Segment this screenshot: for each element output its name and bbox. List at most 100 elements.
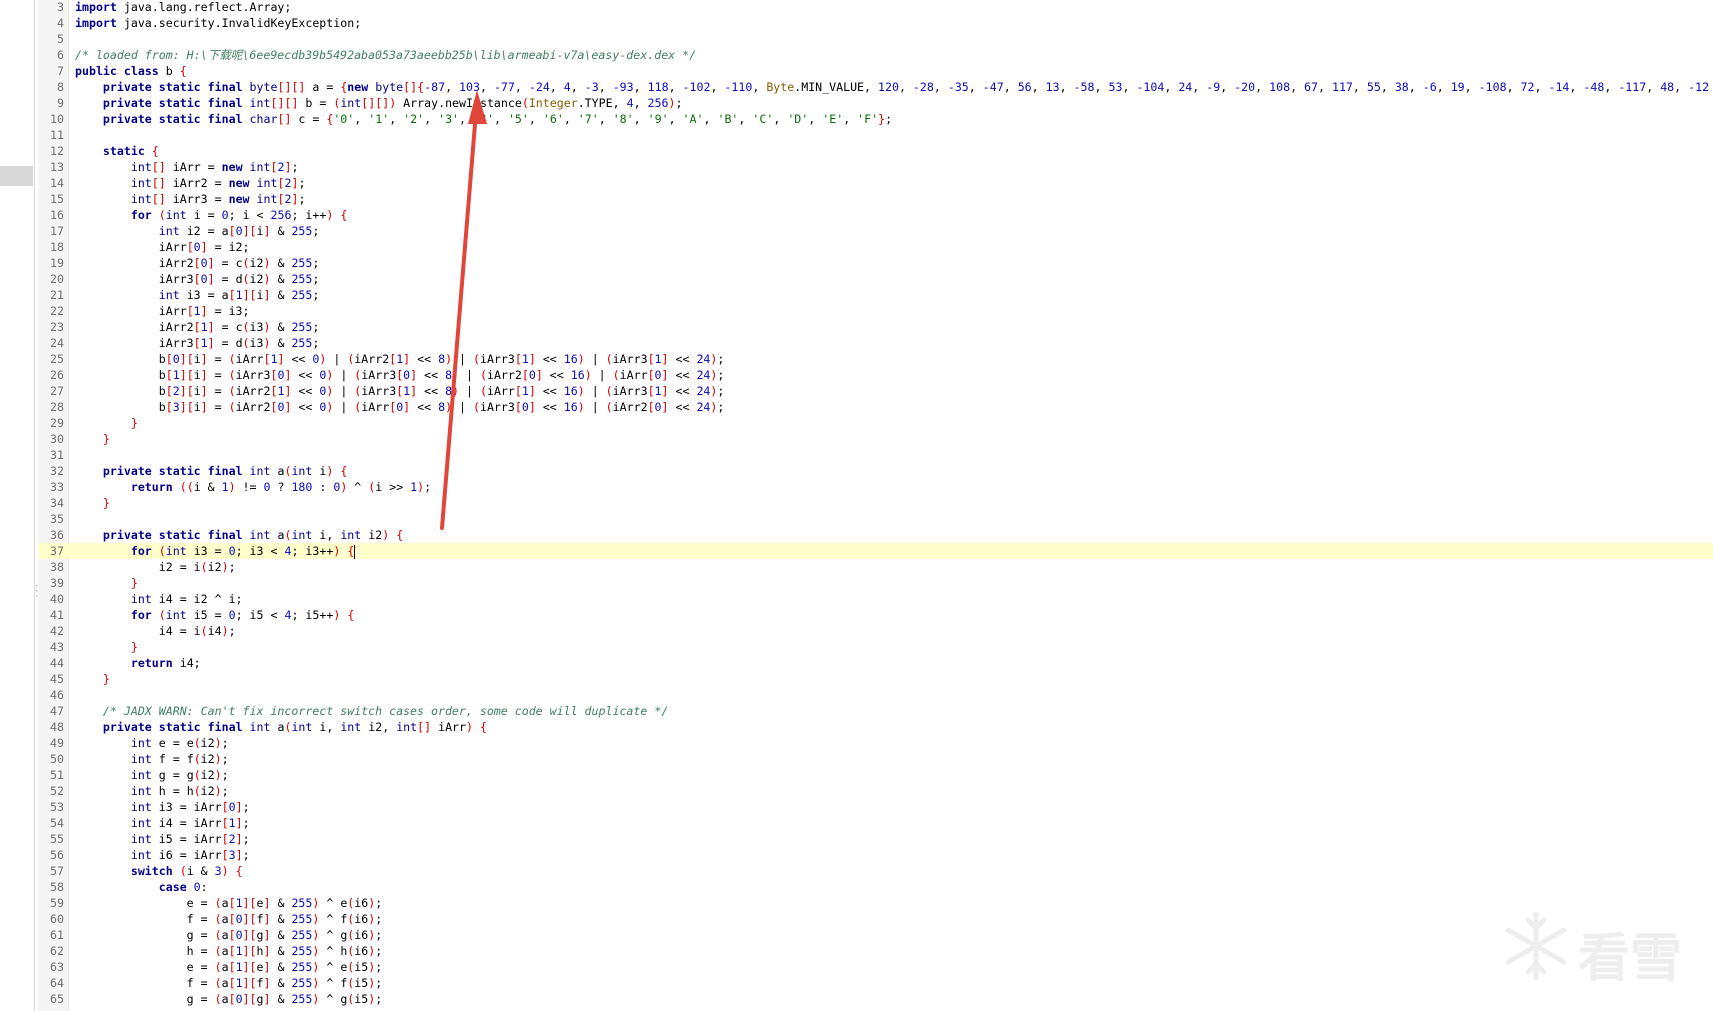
code-line[interactable]: 59 e = (a[1][e] & 255) ^ e(i6); [38, 895, 1713, 911]
code-line[interactable]: 22 iArr[1] = i3; [38, 303, 1713, 319]
code-line[interactable]: 9 private static final int[][] b = (int[… [38, 95, 1713, 111]
line-number: 16 [50, 208, 64, 222]
code-line[interactable]: 3 import java.lang.reflect.Array; [38, 0, 1713, 15]
code-text: private static final int a(int i, int i2… [102, 720, 487, 734]
code-line[interactable]: 4 import java.security.InvalidKeyExceptio… [38, 15, 1713, 31]
code-text: int i5 = iArr[2]; [130, 832, 250, 846]
code-line[interactable]: 60 f = (a[0][f] & 255) ^ f(i6); [38, 911, 1713, 927]
code-line[interactable]: 35 [38, 511, 1713, 527]
line-number: 64 [50, 976, 64, 990]
line-number: 65 [50, 992, 64, 1006]
code-line[interactable]: 21 int i3 = a[1][i] & 255; [38, 287, 1713, 303]
code-text: iArr2[0] = c(i2) & 255; [75, 256, 320, 270]
code-text: i4 = i(i4); [75, 624, 236, 638]
code-line[interactable]: 31 [38, 447, 1713, 463]
code-line[interactable]: 40 int i4 = i2 ^ i; [38, 591, 1713, 607]
code-line[interactable]: 33 return ((i & 1) != 0 ? 180 : 0) ^ (i … [38, 479, 1713, 495]
code-line[interactable]: 15 int[] iArr3 = new int[2]; [38, 191, 1713, 207]
code-text: private static final byte[][] a = {new b… [102, 80, 1710, 94]
code-text: int i4 = i2 ^ i; [130, 592, 243, 606]
code-line[interactable]: 48 private static final int a(int i, int… [38, 719, 1713, 735]
code-line[interactable]: 54 int i4 = iArr[1]; [38, 815, 1713, 831]
code-line[interactable]: 32 private static final int a(int i) { [38, 463, 1713, 479]
code-line[interactable]: 53 int i3 = iArr[0]; [38, 799, 1713, 815]
code-line[interactable]: 65 g = (a[0][g] & 255) ^ g(i5); [38, 991, 1713, 1007]
line-number: 59 [50, 896, 64, 910]
code-line[interactable]: 36 private static final int a(int i, int… [38, 527, 1713, 543]
code-line[interactable]: 23 iArr2[1] = c(i3) & 255; [38, 319, 1713, 335]
code-line[interactable]: 12 static { [38, 143, 1713, 159]
code-text: private static final char[] c = {'0', '1… [102, 112, 893, 126]
line-number: 56 [50, 848, 64, 862]
code-line[interactable]: 30 } [38, 431, 1713, 447]
code-line[interactable]: 64 f = (a[1][f] & 255) ^ f(i5); [38, 975, 1713, 991]
code-line[interactable]: 28 b[3][i] = (iArr2[0] << 0) | (iArr[0] … [38, 399, 1713, 415]
code-text: } [130, 416, 138, 430]
code-line[interactable]: 5 [38, 31, 1713, 47]
code-line[interactable]: 14 int[] iArr2 = new int[2]; [38, 175, 1713, 191]
code-line[interactable]: 24 iArr3[1] = d(i3) & 255; [38, 335, 1713, 351]
line-number: 37 [50, 544, 64, 558]
code-text: b[2][i] = (iArr2[1] << 0) | (iArr3[1] <<… [75, 384, 725, 398]
code-line[interactable]: 34 } [38, 495, 1713, 511]
code-line[interactable]: 50 int f = f(i2); [38, 751, 1713, 767]
code-line[interactable]: 45 } [38, 671, 1713, 687]
code-line[interactable]: 63 e = (a[1][e] & 255) ^ e(i5); [38, 959, 1713, 975]
code-line[interactable]: 57 switch (i & 3) { [38, 863, 1713, 879]
code-editor[interactable]: 3 import java.lang.reflect.Array; 4 import … [38, 0, 1713, 1011]
code-line[interactable]: 16 for (int i = 0; i < 256; i++) { [38, 207, 1713, 223]
line-number: 28 [50, 400, 64, 414]
code-line[interactable]: 43 } [38, 639, 1713, 655]
code-line[interactable]: 39 } [38, 575, 1713, 591]
code-line[interactable]: 61 g = (a[0][g] & 255) ^ g(i6); [38, 927, 1713, 943]
code-line[interactable]: 29 } [38, 415, 1713, 431]
code-line[interactable]: 11 [38, 127, 1713, 143]
code-line[interactable]: 58 case 0: [38, 879, 1713, 895]
code-line[interactable]: 26 b[1][i] = (iArr3[0] << 0) | (iArr3[0]… [38, 367, 1713, 383]
code-line[interactable]: 10 private static final char[] c = {'0',… [38, 111, 1713, 127]
code-line[interactable]: 20 iArr3[0] = d(i2) & 255; [38, 271, 1713, 287]
code-line[interactable]: 17 int i2 = a[0][i] & 255; [38, 223, 1713, 239]
code-text: for (int i3 = 0; i3 < 4; i3++) { [130, 544, 356, 559]
code-text: } [102, 496, 110, 510]
code-line[interactable]: 18 iArr[0] = i2; [38, 239, 1713, 255]
code-line[interactable]: 37 for (int i3 = 0; i3 < 4; i3++) { [38, 543, 1713, 559]
line-number: 57 [50, 864, 64, 878]
code-line[interactable]: 52 int h = h(i2); [38, 783, 1713, 799]
code-text: i2 = i(i2); [75, 560, 236, 574]
code-line[interactable]: 56 int i6 = iArr[3]; [38, 847, 1713, 863]
code-text: public class b { [75, 64, 187, 78]
code-text: b[0][i] = (iArr[1] << 0) | (iArr2[1] << … [75, 352, 725, 366]
line-number: 10 [50, 112, 64, 126]
code-line[interactable]: 55 int i5 = iArr[2]; [38, 831, 1713, 847]
line-number: 40 [50, 592, 64, 606]
line-number: 47 [50, 704, 64, 718]
code-line[interactable]: 19 iArr2[0] = c(i2) & 255; [38, 255, 1713, 271]
line-number: 44 [50, 656, 64, 670]
code-text: static { [102, 144, 159, 158]
code-line[interactable]: 62 h = (a[1][h] & 255) ^ h(i6); [38, 943, 1713, 959]
panel-marker[interactable] [0, 166, 33, 186]
line-number: 45 [50, 672, 64, 686]
code-line[interactable]: 7 public class b { [38, 63, 1713, 79]
code-line[interactable]: 51 int g = g(i2); [38, 767, 1713, 783]
code-line[interactable]: 8 private static final byte[][] a = {new… [38, 79, 1713, 95]
code-line[interactable]: 6 /* loaded from: H:\下载呢\6ee9ecdb39b5492a… [38, 47, 1713, 63]
code-line[interactable]: 44 return i4; [38, 655, 1713, 671]
code-text: e = (a[1][e] & 255) ^ e(i6); [75, 896, 383, 910]
code-line[interactable]: 46 [38, 687, 1713, 703]
code-line[interactable]: 27 b[2][i] = (iArr2[1] << 0) | (iArr3[1]… [38, 383, 1713, 399]
code-line[interactable]: 25 b[0][i] = (iArr[1] << 0) | (iArr2[1] … [38, 351, 1713, 367]
code-line[interactable]: 13 int[] iArr = new int[2]; [38, 159, 1713, 175]
code-line[interactable]: 42 i4 = i(i4); [38, 623, 1713, 639]
code-line[interactable]: 47 /* JADX WARN: Can't fix incorrect swi… [38, 703, 1713, 719]
code-line[interactable]: 41 for (int i5 = 0; i5 < 4; i5++) { [38, 607, 1713, 623]
line-number: 43 [50, 640, 64, 654]
left-tool-strip: · · · [0, 0, 39, 1011]
code-text: private static final int a(int i, int i2… [102, 528, 404, 542]
line-number: 6 [57, 48, 64, 62]
line-number: 17 [50, 224, 64, 238]
line-number: 49 [50, 736, 64, 750]
code-line[interactable]: 38 i2 = i(i2); [38, 559, 1713, 575]
code-line[interactable]: 49 int e = e(i2); [38, 735, 1713, 751]
